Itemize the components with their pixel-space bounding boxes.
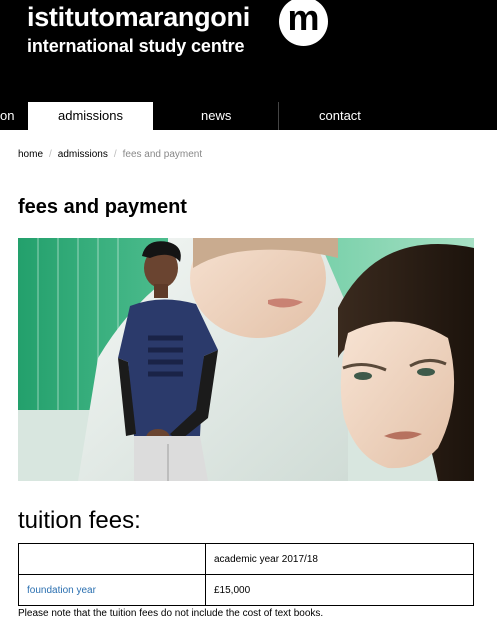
nav-item-admissions[interactable]: admissions [28,102,153,130]
nav-item-contact[interactable]: contact [319,102,379,130]
table-cell-fee: £15,000 [205,574,474,606]
brand-name[interactable]: istitutomarangoni [27,2,250,33]
breadcrumb-separator: / [113,149,117,160]
breadcrumb-current: fees and payment [122,149,203,160]
site-header: istitutomarangoni international study ce… [0,0,497,130]
tuition-fees-table: academic year 2017/18 foundation year £1… [18,543,474,606]
tuition-note: Please note that the tuition fees do not… [18,608,324,619]
table-cell-program: foundation year [18,574,206,606]
breadcrumb-home[interactable]: home [18,149,43,160]
main-nav: on admissions news contact [0,102,497,130]
breadcrumb: home / admissions / fees and payment [18,149,202,160]
nav-item-partial[interactable]: on [0,102,22,130]
nav-item-news[interactable]: news [201,102,261,130]
breadcrumb-admissions[interactable]: admissions [58,149,108,160]
hero-image [18,238,474,481]
logo-letter: m [287,0,320,38]
table-header-row: academic year 2017/18 [18,543,474,575]
tuition-fees-heading: tuition fees: [18,507,141,534]
hero-photo-illustration [18,238,474,481]
nav-divider [278,102,279,130]
table-header-cell-year: academic year 2017/18 [205,543,474,575]
table-row: foundation year £15,000 [18,574,474,606]
logo-icon[interactable]: m [279,0,328,46]
brand-subtitle: international study centre [27,36,245,56]
page-title: fees and payment [18,196,187,218]
breadcrumb-separator: / [49,149,52,160]
program-link[interactable]: foundation year [27,585,96,596]
table-header-cell-empty [18,543,206,575]
